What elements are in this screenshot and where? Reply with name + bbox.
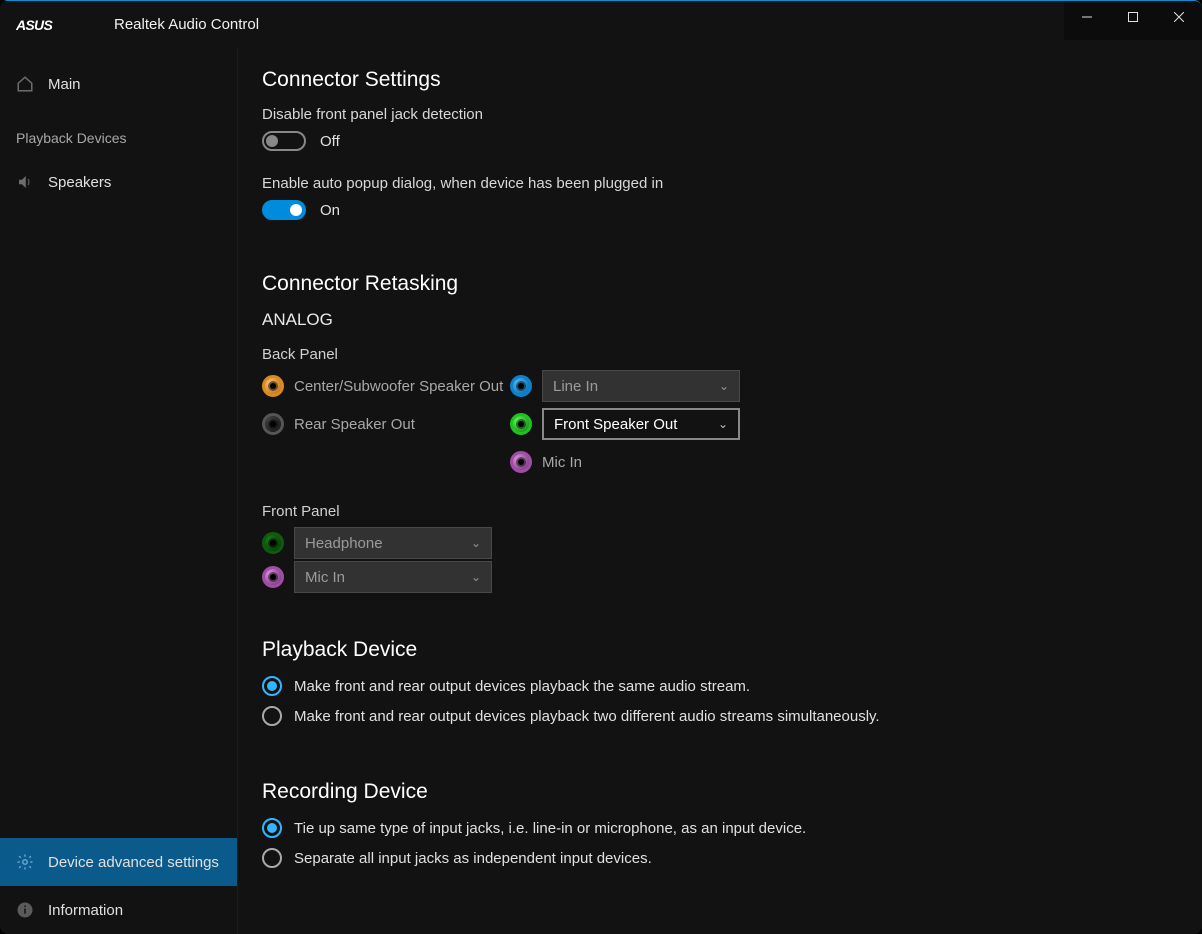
sidebar-item-device-advanced[interactable]: Device advanced settings [0, 838, 237, 886]
jack-front-speaker: Front Speaker Out ⌄ [510, 407, 758, 441]
jack-green-icon [510, 413, 532, 435]
sidebar-header-playback: Playback Devices [0, 118, 237, 158]
radio-playback-same[interactable]: Make front and rear output devices playb… [262, 676, 1178, 696]
label-disable-front-jack: Disable front panel jack detection [262, 106, 1178, 123]
label-enable-auto-popup: Enable auto popup dialog, when device ha… [262, 175, 1178, 192]
sidebar-item-label: Speakers [48, 174, 111, 191]
radio-label: Make front and rear output devices playb… [294, 678, 750, 695]
combo-value: Mic In [305, 569, 345, 586]
radio-icon [262, 818, 282, 838]
jack-line-in: Line In ⌄ [510, 369, 758, 403]
sidebar: Main Playback Devices Speakers Device ad… [0, 48, 238, 934]
radio-recording-separate[interactable]: Separate all input jacks as independent … [262, 848, 1178, 868]
gear-icon [16, 853, 48, 871]
sidebar-item-main[interactable]: Main [0, 60, 237, 108]
jack-black-icon [262, 413, 284, 435]
section-connector-retasking: Connector Retasking [262, 272, 1178, 296]
sidebar-item-label: Main [48, 76, 81, 93]
jack-label: Mic In [542, 454, 582, 471]
main-content: Connector Settings Disable front panel j… [238, 48, 1202, 934]
combo-front-headphone[interactable]: Headphone ⌄ [294, 527, 492, 559]
toggle-state-off: Off [320, 133, 340, 150]
chevron-down-icon: ⌄ [718, 417, 728, 431]
chevron-down-icon: ⌄ [719, 379, 729, 393]
label-back-panel: Back Panel [262, 346, 1178, 363]
jack-green-dark-icon [262, 532, 284, 554]
window-controls [1064, 0, 1202, 40]
speaker-icon [16, 173, 48, 191]
section-connector-settings: Connector Settings [262, 68, 1178, 92]
radio-icon [262, 676, 282, 696]
jack-label: Center/Subwoofer Speaker Out [294, 378, 503, 395]
minimize-button[interactable] [1064, 1, 1110, 33]
chevron-down-icon: ⌄ [471, 570, 481, 584]
section-playback-device: Playback Device [262, 638, 1178, 662]
sidebar-item-label: Information [48, 902, 123, 919]
svg-text:ASUS: ASUS [16, 17, 53, 33]
radio-recording-tieup[interactable]: Tie up same type of input jacks, i.e. li… [262, 818, 1178, 838]
sidebar-item-speakers[interactable]: Speakers [0, 158, 237, 206]
combo-front-mic[interactable]: Mic In ⌄ [294, 561, 492, 593]
jack-orange-icon [262, 375, 284, 397]
combo-value: Headphone [305, 535, 383, 552]
jack-blue-icon [510, 375, 532, 397]
maximize-button[interactable] [1110, 1, 1156, 33]
titlebar: ASUS Realtek Audio Control [0, 0, 1202, 48]
jack-rear-speaker: Rear Speaker Out [262, 407, 510, 441]
asus-logo: ASUS [16, 17, 86, 33]
toggle-enable-auto-popup[interactable] [262, 200, 306, 220]
jack-pink-icon [510, 451, 532, 473]
home-icon [16, 75, 48, 93]
jack-mic-in-front: Mic In ⌄ [262, 560, 1178, 594]
toggle-state-on: On [320, 202, 340, 219]
combo-front-speaker[interactable]: Front Speaker Out ⌄ [542, 408, 740, 440]
combo-value: Line In [553, 378, 598, 395]
jack-headphone-front: Headphone ⌄ [262, 526, 1178, 560]
info-icon [16, 901, 48, 919]
radio-icon [262, 706, 282, 726]
jack-center-sub: Center/Subwoofer Speaker Out [262, 369, 510, 403]
radio-label: Separate all input jacks as independent … [294, 850, 652, 867]
section-recording-device: Recording Device [262, 780, 1178, 804]
radio-label: Make front and rear output devices playb… [294, 708, 880, 725]
toggle-disable-front-jack[interactable] [262, 131, 306, 151]
combo-line-in[interactable]: Line In ⌄ [542, 370, 740, 402]
app-title: Realtek Audio Control [114, 16, 259, 33]
radio-playback-different[interactable]: Make front and rear output devices playb… [262, 706, 1178, 726]
chevron-down-icon: ⌄ [471, 536, 481, 550]
radio-label: Tie up same type of input jacks, i.e. li… [294, 820, 806, 837]
jack-pink-icon [262, 566, 284, 588]
sidebar-item-information[interactable]: Information [0, 886, 237, 934]
sidebar-item-label: Device advanced settings [48, 854, 219, 871]
label-front-panel: Front Panel [262, 503, 1178, 520]
jack-mic-in-back: Mic In [510, 445, 758, 479]
radio-icon [262, 848, 282, 868]
close-button[interactable] [1156, 1, 1202, 33]
combo-value: Front Speaker Out [554, 416, 677, 433]
jack-label: Rear Speaker Out [294, 416, 415, 433]
label-analog: ANALOG [262, 310, 1178, 330]
